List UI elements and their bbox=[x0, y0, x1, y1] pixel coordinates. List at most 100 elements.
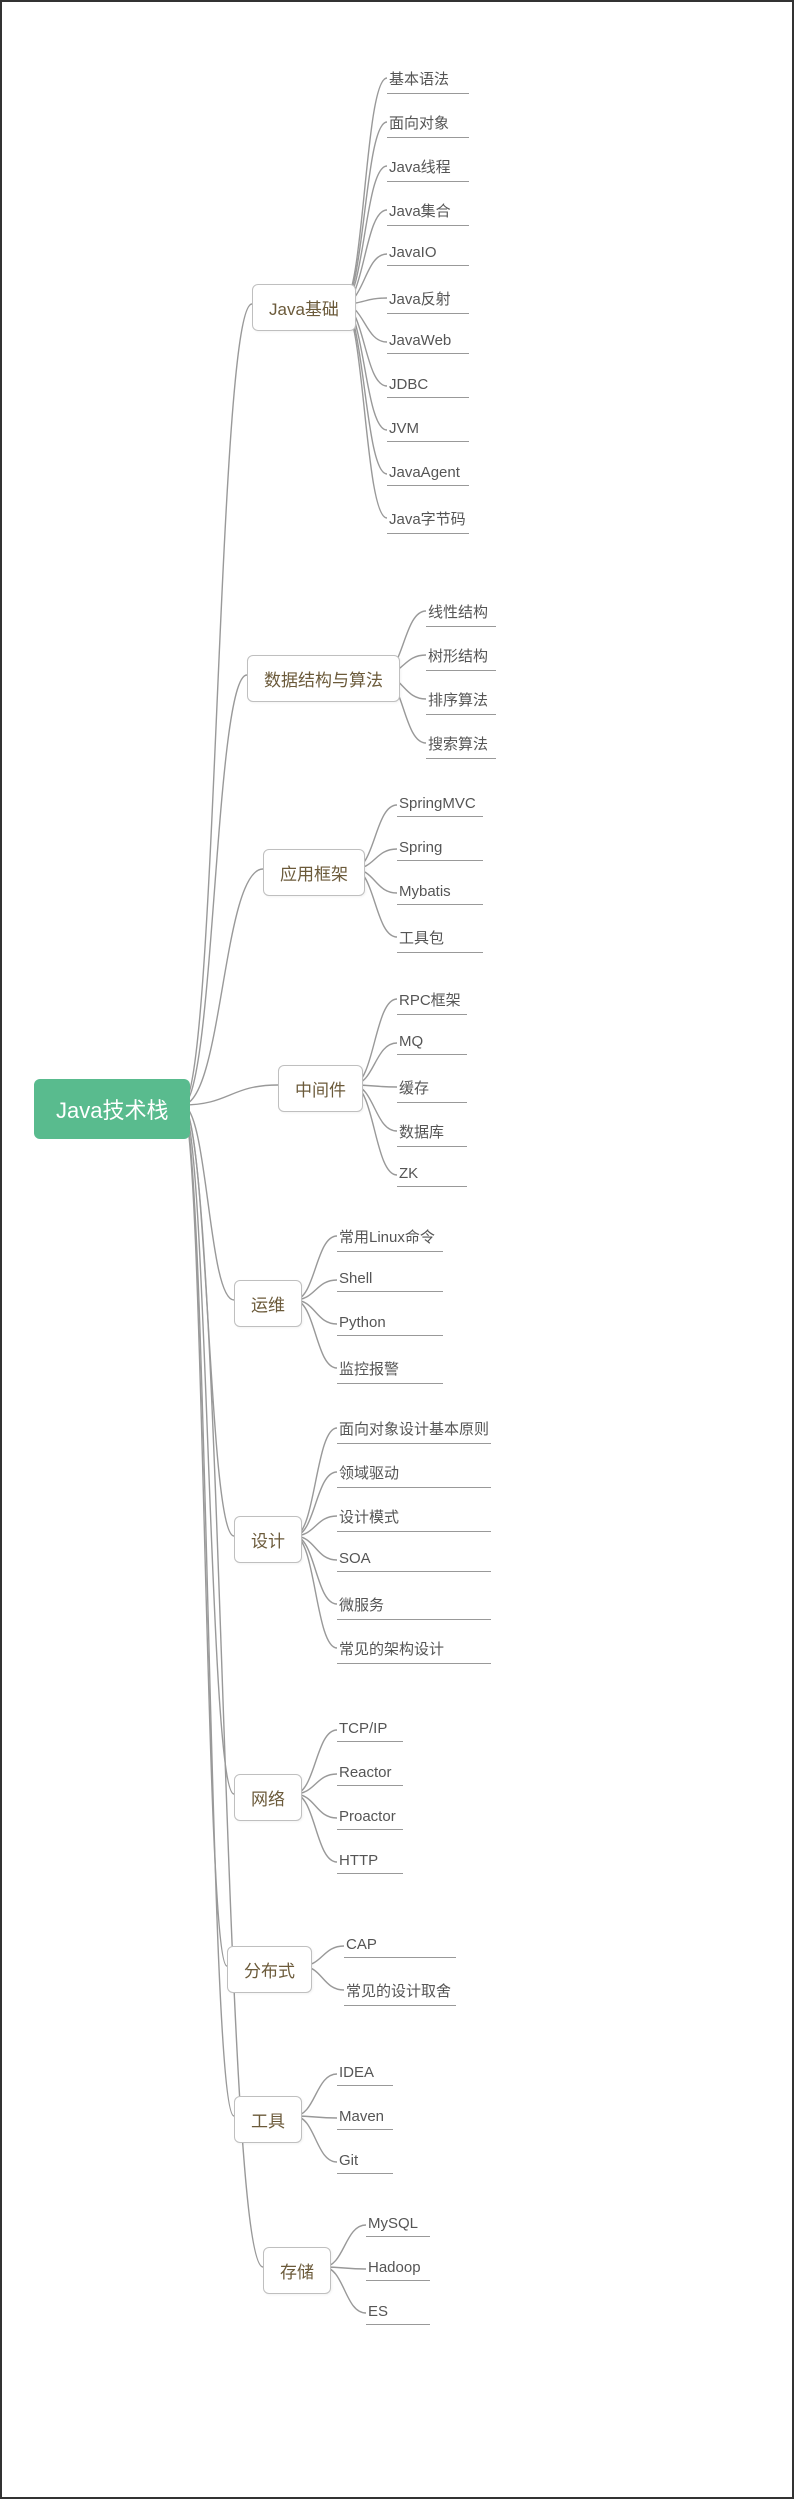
leaf-label: JVM bbox=[389, 420, 419, 437]
leaf-node[interactable]: Reactor bbox=[337, 1760, 403, 1786]
leaf-node[interactable]: 工具包 bbox=[397, 923, 483, 953]
branch-node-b2[interactable]: 应用框架 bbox=[263, 849, 365, 896]
branch-node-b3[interactable]: 中间件 bbox=[278, 1065, 363, 1112]
branch-label: 运维 bbox=[251, 1296, 285, 1315]
branch-label: 存储 bbox=[280, 2263, 314, 2282]
leaf-label: Spring bbox=[399, 839, 442, 856]
leaf-node[interactable]: 领域驱动 bbox=[337, 1458, 491, 1488]
leaf-label: CAP bbox=[346, 1936, 377, 1953]
leaf-label: HTTP bbox=[339, 1852, 378, 1869]
leaf-node[interactable]: Java线程 bbox=[387, 152, 469, 182]
leaf-node[interactable]: TCP/IP bbox=[337, 1716, 403, 1742]
branch-label: Java基础 bbox=[269, 300, 339, 319]
leaf-node[interactable]: CAP bbox=[344, 1932, 456, 1958]
leaf-label: RPC框架 bbox=[399, 992, 461, 1009]
leaf-label: 常见的架构设计 bbox=[339, 1641, 444, 1658]
branch-node-b1[interactable]: 数据结构与算法 bbox=[247, 655, 400, 702]
leaf-label: 树形结构 bbox=[428, 648, 488, 665]
leaf-label: JDBC bbox=[389, 376, 428, 393]
leaf-node[interactable]: MySQL bbox=[366, 2211, 430, 2237]
leaf-node[interactable]: Hadoop bbox=[366, 2255, 430, 2281]
leaf-node[interactable]: Maven bbox=[337, 2104, 393, 2130]
leaf-label: IDEA bbox=[339, 2064, 374, 2081]
leaf-node[interactable]: Mybatis bbox=[397, 879, 483, 905]
leaf-label: JavaIO bbox=[389, 244, 437, 261]
branch-node-b9[interactable]: 存储 bbox=[263, 2247, 331, 2294]
leaf-node[interactable]: 面向对象 bbox=[387, 108, 469, 138]
branch-label: 中间件 bbox=[295, 1081, 346, 1100]
leaf-node[interactable]: 面向对象设计基本原则 bbox=[337, 1414, 491, 1444]
leaf-label: Java线程 bbox=[389, 159, 451, 176]
leaf-node[interactable]: 搜索算法 bbox=[426, 729, 496, 759]
leaf-label: Proactor bbox=[339, 1808, 396, 1825]
leaf-label: Python bbox=[339, 1314, 386, 1331]
leaf-label: Java集合 bbox=[389, 203, 451, 220]
leaf-node[interactable]: RPC框架 bbox=[397, 985, 467, 1015]
leaf-node[interactable]: JDBC bbox=[387, 372, 469, 398]
leaf-node[interactable]: Java反射 bbox=[387, 284, 469, 314]
leaf-node[interactable]: MQ bbox=[397, 1029, 467, 1055]
leaf-label: 面向对象设计基本原则 bbox=[339, 1421, 489, 1438]
leaf-node[interactable]: JVM bbox=[387, 416, 469, 442]
branch-node-b7[interactable]: 分布式 bbox=[227, 1946, 312, 1993]
branch-label: 设计 bbox=[251, 1532, 285, 1551]
leaf-node[interactable]: IDEA bbox=[337, 2060, 393, 2086]
leaf-label: ZK bbox=[399, 1165, 418, 1182]
branch-node-b6[interactable]: 网络 bbox=[234, 1774, 302, 1821]
branch-node-b8[interactable]: 工具 bbox=[234, 2096, 302, 2143]
leaf-node[interactable]: Java集合 bbox=[387, 196, 469, 226]
leaf-label: 常用Linux命令 bbox=[339, 1229, 435, 1246]
leaf-node[interactable]: 设计模式 bbox=[337, 1502, 491, 1532]
leaf-node[interactable]: JavaAgent bbox=[387, 460, 469, 486]
branch-label: 分布式 bbox=[244, 1962, 295, 1981]
branch-label: 数据结构与算法 bbox=[264, 671, 383, 690]
leaf-label: 设计模式 bbox=[339, 1509, 399, 1526]
leaf-node[interactable]: 监控报警 bbox=[337, 1354, 443, 1384]
leaf-node[interactable]: Git bbox=[337, 2148, 393, 2174]
leaf-node[interactable]: ES bbox=[366, 2299, 430, 2325]
leaf-label: MQ bbox=[399, 1033, 423, 1050]
leaf-node[interactable]: ZK bbox=[397, 1161, 467, 1187]
leaf-node[interactable]: SOA bbox=[337, 1546, 491, 1572]
branch-node-b5[interactable]: 设计 bbox=[234, 1516, 302, 1563]
root-label: Java技术栈 bbox=[56, 1098, 168, 1123]
leaf-label: Java字节码 bbox=[389, 511, 466, 528]
leaf-node[interactable]: Python bbox=[337, 1310, 443, 1336]
leaf-node[interactable]: 微服务 bbox=[337, 1590, 491, 1620]
leaf-label: 领域驱动 bbox=[339, 1465, 399, 1482]
branch-label: 工具 bbox=[251, 2112, 285, 2131]
root-node[interactable]: Java技术栈 bbox=[34, 1079, 190, 1139]
leaf-label: JavaAgent bbox=[389, 464, 460, 481]
leaf-label: 监控报警 bbox=[339, 1361, 399, 1378]
leaf-node[interactable]: 基本语法 bbox=[387, 64, 469, 94]
leaf-node[interactable]: 数据库 bbox=[397, 1117, 467, 1147]
leaf-node[interactable]: Shell bbox=[337, 1266, 443, 1292]
leaf-node[interactable]: HTTP bbox=[337, 1848, 403, 1874]
branch-node-b0[interactable]: Java基础 bbox=[252, 284, 356, 331]
leaf-label: Git bbox=[339, 2152, 358, 2169]
leaf-label: Maven bbox=[339, 2108, 384, 2125]
leaf-label: 工具包 bbox=[399, 930, 444, 947]
leaf-node[interactable]: JavaIO bbox=[387, 240, 469, 266]
leaf-label: 缓存 bbox=[399, 1080, 429, 1097]
leaf-node[interactable]: 线性结构 bbox=[426, 597, 496, 627]
leaf-label: Hadoop bbox=[368, 2259, 421, 2276]
leaf-node[interactable]: 常见的架构设计 bbox=[337, 1634, 491, 1664]
leaf-node[interactable]: SpringMVC bbox=[397, 791, 483, 817]
leaf-node[interactable]: Java字节码 bbox=[387, 504, 469, 534]
branch-label: 应用框架 bbox=[280, 865, 348, 884]
branch-node-b4[interactable]: 运维 bbox=[234, 1280, 302, 1327]
leaf-node[interactable]: JavaWeb bbox=[387, 328, 469, 354]
leaf-label: 排序算法 bbox=[428, 692, 488, 709]
leaf-label: JavaWeb bbox=[389, 332, 451, 349]
leaf-node[interactable]: 常用Linux命令 bbox=[337, 1222, 443, 1252]
leaf-label: SOA bbox=[339, 1550, 371, 1567]
leaf-node[interactable]: 树形结构 bbox=[426, 641, 496, 671]
leaf-label: 数据库 bbox=[399, 1124, 444, 1141]
leaf-node[interactable]: Spring bbox=[397, 835, 483, 861]
leaf-node[interactable]: 常见的设计取舍 bbox=[344, 1976, 456, 2006]
leaf-node[interactable]: 缓存 bbox=[397, 1073, 467, 1103]
leaf-node[interactable]: Proactor bbox=[337, 1804, 403, 1830]
leaf-node[interactable]: 排序算法 bbox=[426, 685, 496, 715]
leaf-label: 线性结构 bbox=[428, 604, 488, 621]
